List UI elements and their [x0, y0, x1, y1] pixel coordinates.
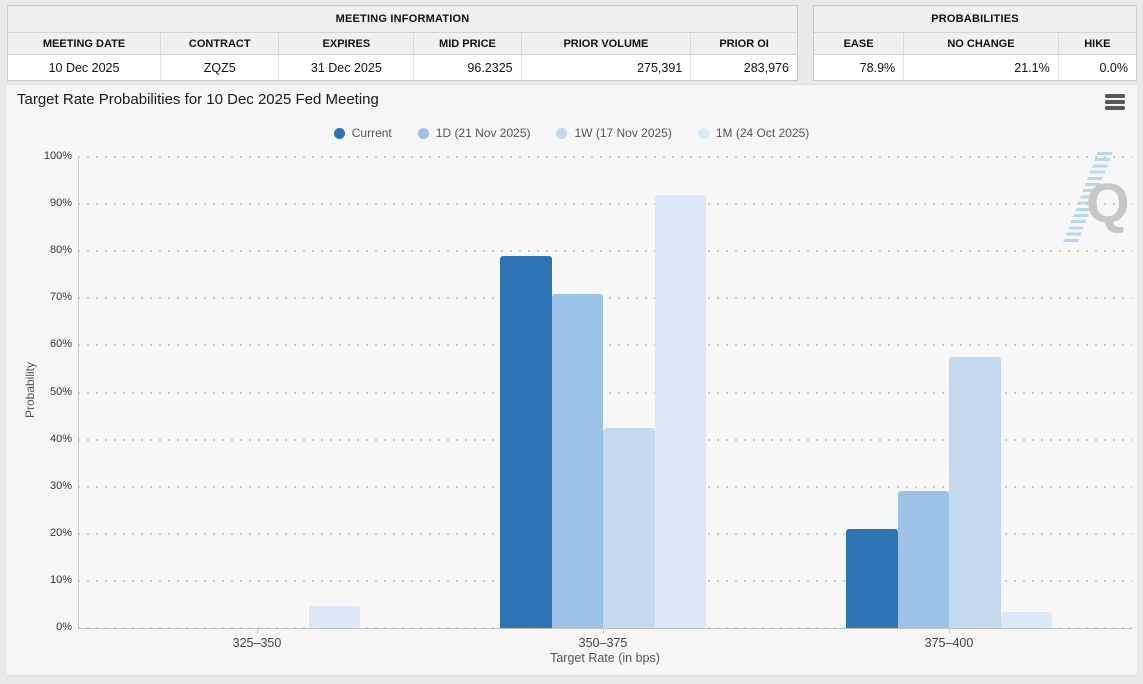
meeting-information-header-row: MEETING DATE CONTRACT EXPIRES MID PRICE PRIO… [8, 33, 797, 55]
probabilities-column-header: HIKE [1084, 37, 1111, 50]
y-axis-tick-label: 20% [49, 526, 72, 539]
y-axis-tick-label: 60% [49, 338, 72, 351]
x-axis-tick-label: 350–375 [578, 636, 628, 650]
y-axis-tick-label: 80% [49, 244, 72, 257]
probabilities-cell: 78.9% [814, 55, 905, 80]
meeting-info-column-header: PRIOR VOLUME [522, 33, 692, 54]
bar-1m-375-400 [1000, 611, 1052, 628]
bar-1m-350-375 [654, 194, 706, 628]
bar-1d-350-375 [551, 293, 603, 628]
probabilities-header-row: EASE NO CHANGE HIKE [814, 33, 1136, 55]
y-axis-tick-label: 30% [49, 479, 72, 492]
probabilities-title: PROBABILITIES [814, 6, 1136, 33]
meeting-info-cell: 283,976 [743, 60, 789, 75]
meeting-info-cell: 31 Dec 2025 [279, 55, 415, 80]
meeting-info-cell: 96.2325 [414, 55, 522, 80]
meeting-info-column-header: PRIOR OI [719, 37, 769, 50]
meeting-information-data-row: 10 Dec 2025 ZQZ5 31 Dec 2025 96.2325 275,391… [8, 55, 797, 80]
meeting-info-column-header: CONTRACT [161, 33, 280, 54]
y-axis-tick-label: 50% [49, 385, 72, 398]
meeting-information-title: MEETING INFORMATION [8, 6, 797, 33]
y-axis-tick-label: 10% [49, 573, 72, 586]
chart-plot-area: Q Probability Target Rate (in bps) 0% 10%… [6, 85, 1137, 675]
x-axis-line [78, 628, 1132, 629]
probabilities-column-header: NO CHANGE [904, 33, 1059, 54]
meeting-info-cell: 10 Dec 2025 [8, 55, 162, 80]
meeting-info-column-header: EXPIRES [279, 33, 415, 54]
bar-1w-375-400 [949, 357, 1001, 628]
y-axis-tick-label: 0% [56, 621, 72, 633]
bar-group [500, 157, 706, 628]
x-axis-tick-mark [257, 628, 258, 634]
bar-group [846, 157, 1052, 628]
y-axis-line [78, 157, 79, 628]
probabilities-table: PROBABILITIES EASE NO CHANGE HIKE 78.9% 21.… [813, 5, 1137, 81]
y-axis-tick-label: 100% [43, 150, 72, 162]
probabilities-column-header: EASE [814, 33, 905, 54]
meeting-info-column-header: MID PRICE [414, 33, 522, 54]
x-axis-title: Target Rate (in bps) [550, 651, 660, 665]
bar-1w-350-375 [603, 427, 655, 628]
bar-1m-325-350 [308, 605, 360, 628]
meeting-info-cell: 275,391 [522, 55, 692, 80]
y-axis-tick-label: 70% [49, 291, 72, 304]
meeting-information-table: MEETING INFORMATION MEETING DATE CONTRACT… [7, 5, 798, 81]
y-axis-tick-label: 90% [49, 197, 72, 210]
meeting-info-column-header: MEETING DATE [8, 33, 162, 54]
bar-current-350-375 [500, 256, 552, 628]
x-axis-tick-mark [949, 628, 950, 634]
bar-1d-375-400 [897, 491, 949, 628]
bar-current-375-400 [846, 528, 898, 628]
x-axis-tick-label: 325–350 [232, 636, 282, 650]
x-axis-tick-mark [603, 628, 604, 634]
bar-group [154, 157, 360, 628]
probabilities-data-row: 78.9% 21.1% 0.0% [814, 55, 1136, 80]
x-axis-tick-label: 375–400 [924, 636, 974, 650]
y-axis-tick-label: 40% [49, 432, 72, 445]
probabilities-cell: 0.0% [1099, 60, 1128, 75]
fed-meeting-chart-panel: Target Rate Probabilities for 10 Dec 202… [5, 84, 1138, 676]
meeting-info-cell: ZQZ5 [161, 55, 280, 80]
probabilities-cell: 21.1% [904, 55, 1059, 80]
